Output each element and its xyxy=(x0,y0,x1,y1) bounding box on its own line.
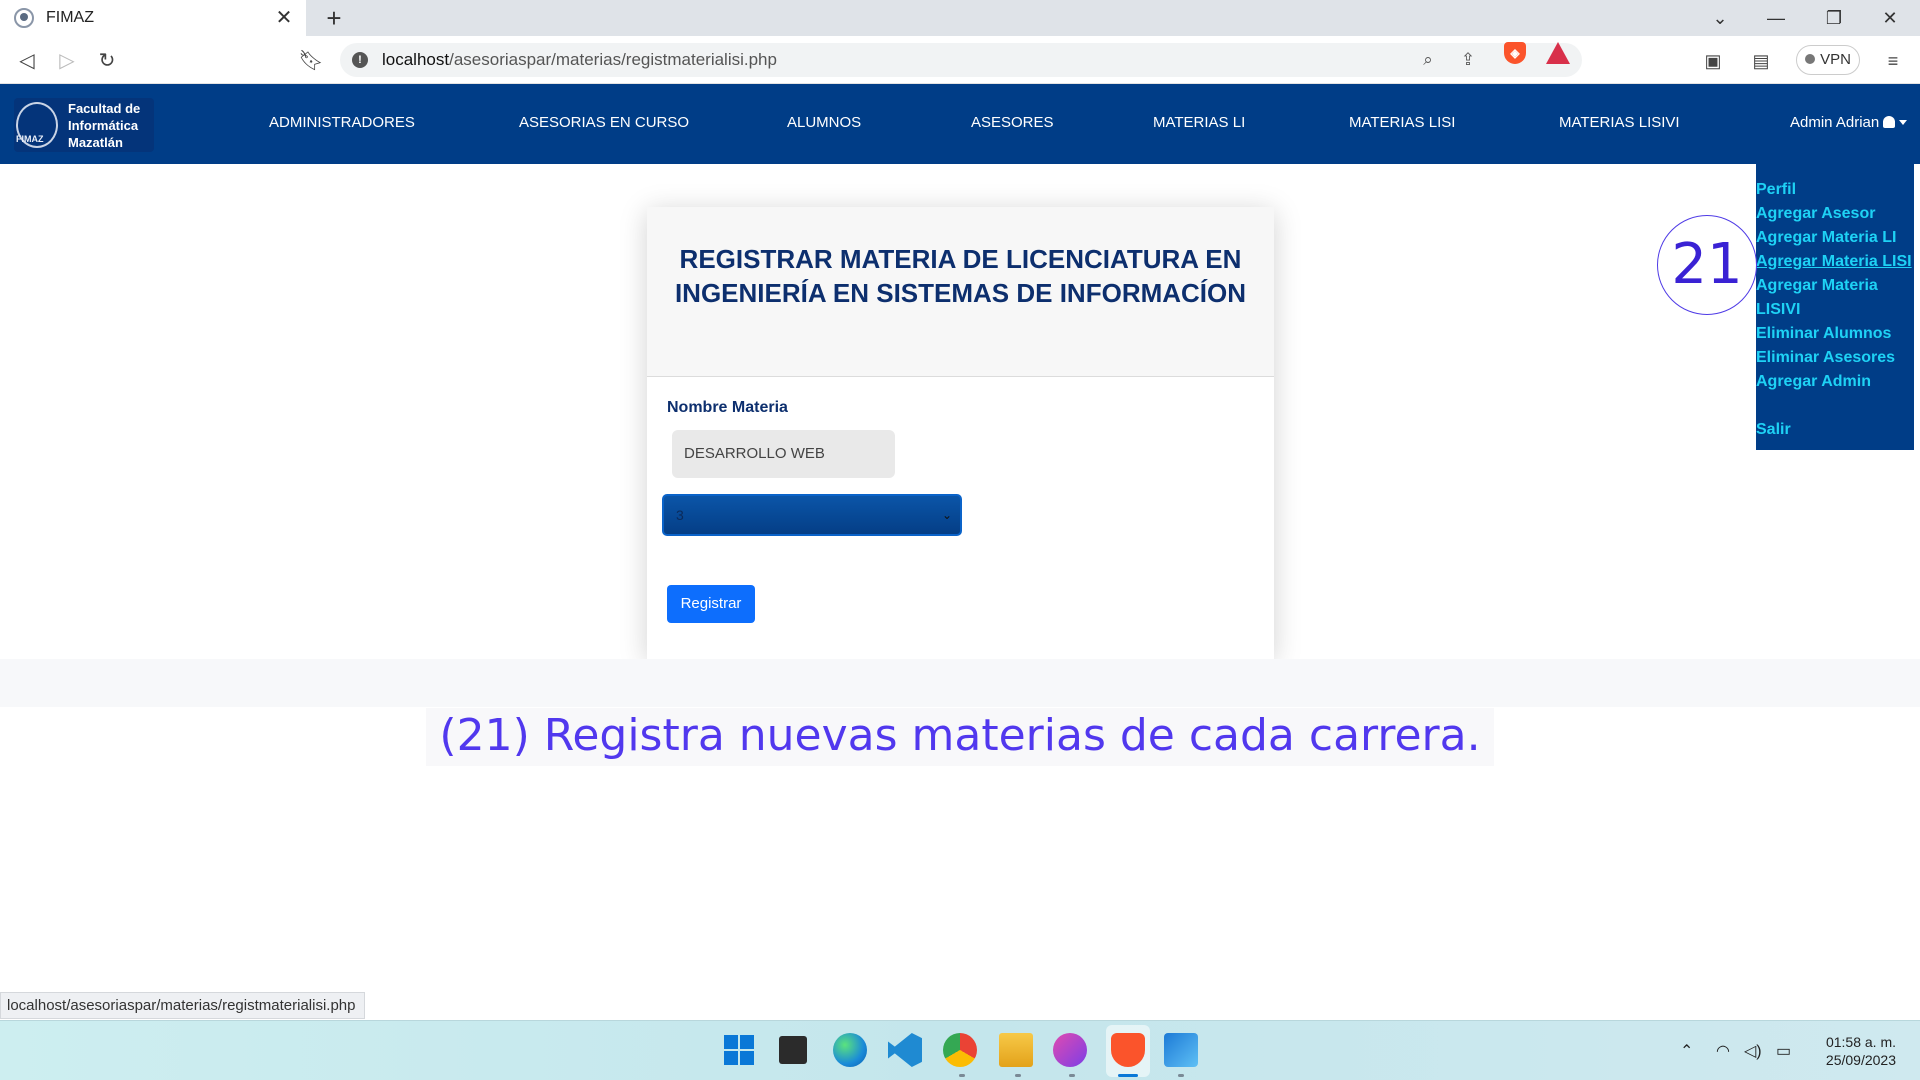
close-tab-icon[interactable]: ✕ xyxy=(272,6,296,30)
site-favicon-icon xyxy=(14,8,34,28)
back-icon[interactable]: ◁ xyxy=(12,46,42,76)
share-icon[interactable]: ⇪ xyxy=(1457,49,1479,71)
form-title: REGISTRAR MATERIA DE LICENCIATURA EN ING… xyxy=(674,244,1247,308)
menu-item-agregar-asesor[interactable]: Agregar Asesor xyxy=(1756,202,1914,226)
vscode-icon[interactable] xyxy=(888,1033,922,1067)
clock-time: 01:58 a. m. xyxy=(1825,1034,1896,1050)
menu-item-agregar-materia-lisivi[interactable]: Agregar Materia LISIVI xyxy=(1756,274,1914,322)
wifi-icon[interactable]: ◠ xyxy=(1716,1041,1730,1061)
site-navbar: Facultad de Informática Mazatlán ADMINIS… xyxy=(0,84,1920,164)
battery-icon[interactable]: ▭ xyxy=(1776,1041,1791,1061)
browser-tab[interactable]: FIMAZ ✕ xyxy=(0,0,306,36)
annotation-caption: (21) Registra nuevas materias de cada ca… xyxy=(426,708,1494,766)
site-info-icon[interactable]: ! xyxy=(352,52,368,68)
url-host: localhost xyxy=(382,50,450,69)
tab-title: FIMAZ xyxy=(46,9,94,26)
menu-item-eliminar-asesores[interactable]: Eliminar Asesores xyxy=(1756,346,1914,370)
logo-line-2: Informática xyxy=(68,118,139,133)
show-hidden-icons-icon[interactable]: ⌃ xyxy=(1680,1041,1693,1061)
nav-materias-lisi[interactable]: MATERIAS LISI xyxy=(1349,114,1455,131)
window-close-button[interactable]: ✕ xyxy=(1870,4,1910,32)
fimaz-logo[interactable]: Facultad de Informática Mazatlán xyxy=(14,98,154,152)
menu-icon[interactable]: ≡ xyxy=(1880,48,1906,74)
forward-icon[interactable]: ▷ xyxy=(52,46,82,76)
url-text[interactable]: localhost/asesoriaspar/materias/registma… xyxy=(382,50,777,70)
nav-asesorias-en-curso[interactable]: ASESORIAS EN CURSO xyxy=(519,114,689,131)
user-icon xyxy=(1883,116,1896,128)
browser-toolbar: ◁ ▷ ↻ 🔖︎ ! localhost/asesoriaspar/materi… xyxy=(0,36,1920,84)
menu-item-eliminar-alumnos[interactable]: Eliminar Alumnos xyxy=(1756,322,1914,346)
bookmark-icon[interactable]: 🔖︎ xyxy=(296,46,326,76)
clock-date: 25/09/2023 xyxy=(1825,1052,1896,1068)
nav-asesores[interactable]: ASESORES xyxy=(971,114,1054,131)
register-subject-card: REGISTRAR MATERIA DE LICENCIATURA EN ING… xyxy=(647,207,1274,659)
minimize-button[interactable]: — xyxy=(1756,4,1796,32)
fimaz-emblem-icon xyxy=(16,102,58,148)
menu-item-salir[interactable]: Salir xyxy=(1756,418,1914,442)
semester-select[interactable]: 3 ⌄ xyxy=(662,494,962,536)
wallet-icon[interactable]: ▤ xyxy=(1748,48,1774,74)
logo-line-1: Facultad de xyxy=(68,101,141,116)
nav-alumnos[interactable]: ALUMNOS xyxy=(787,114,861,131)
user-menu-toggle[interactable]: Admin Adrian xyxy=(1790,114,1908,131)
nav-administradores[interactable]: ADMINISTRADORES xyxy=(269,114,415,131)
start-button-icon[interactable] xyxy=(724,1035,754,1065)
sidebar-toggle-icon[interactable]: ▣ xyxy=(1700,48,1726,74)
chrome-icon[interactable] xyxy=(943,1033,977,1067)
annotation-number-badge: 21 xyxy=(1657,215,1757,315)
restore-button[interactable]: ❐ xyxy=(1814,4,1854,32)
chrome-running-indicator xyxy=(959,1074,965,1077)
menu-item-agregar-materia-li[interactable]: Agregar Materia LI xyxy=(1756,226,1914,250)
volume-icon[interactable]: ◁) xyxy=(1744,1041,1762,1061)
status-bar-url: localhost/asesoriaspar/materias/registma… xyxy=(0,992,365,1019)
wps-running-indicator xyxy=(1069,1074,1075,1077)
windows-taskbar: ⌃ ◠ ◁) ▭ 01:58 a. m. 25/09/2023 xyxy=(0,1020,1920,1080)
new-tab-button[interactable]: + xyxy=(320,4,348,32)
vpn-button[interactable]: VPN xyxy=(1796,45,1860,75)
url-path: /asesoriaspar/materias/registmaterialisi… xyxy=(449,50,777,69)
logo-line-3: Mazatlán xyxy=(68,135,123,150)
menu-divider xyxy=(1756,394,1914,418)
chevron-down-icon: ⌄ xyxy=(941,508,952,522)
subject-name-input[interactable]: DESARROLLO WEB xyxy=(672,430,895,478)
caret-down-icon xyxy=(1899,120,1908,125)
tab-search-chevron-icon[interactable]: ⌄ xyxy=(1700,4,1740,32)
photos-running-indicator xyxy=(1178,1074,1184,1077)
menu-item-agregar-admin[interactable]: Agregar Admin xyxy=(1756,370,1914,394)
zoom-icon[interactable]: ⌕ xyxy=(1417,49,1439,71)
menu-item-perfil[interactable]: Perfil xyxy=(1756,178,1914,202)
system-clock[interactable]: 01:58 a. m. 25/09/2023 xyxy=(1810,1033,1896,1069)
photos-icon[interactable] xyxy=(1164,1033,1198,1067)
register-button[interactable]: Registrar xyxy=(667,585,755,623)
subject-name-label: Nombre Materia xyxy=(667,399,788,416)
brave-browser-icon[interactable] xyxy=(1111,1033,1145,1067)
screen: FIMAZ ✕ + ⌄ — ❐ ✕ ◁ ▷ ↻ 🔖︎ ! localhost/a… xyxy=(0,0,1920,1080)
task-view-icon[interactable] xyxy=(779,1036,807,1064)
brave-shields-icon[interactable]: ◈ xyxy=(1504,42,1526,64)
card-header: REGISTRAR MATERIA DE LICENCIATURA EN ING… xyxy=(647,207,1274,377)
user-dropdown-menu: Perfil Agregar Asesor Agregar Materia LI… xyxy=(1756,148,1914,450)
file-explorer-icon[interactable] xyxy=(999,1033,1033,1067)
edge-icon[interactable] xyxy=(833,1033,867,1067)
logo-text: Facultad de Informática Mazatlán xyxy=(68,100,140,151)
wps-office-icon[interactable] xyxy=(1053,1033,1087,1067)
explorer-running-indicator xyxy=(1015,1074,1021,1077)
brave-running-indicator xyxy=(1118,1074,1138,1077)
page-footer-band xyxy=(0,659,1920,707)
nav-materias-li[interactable]: MATERIAS LI xyxy=(1153,114,1245,131)
address-bar[interactable]: ! localhost/asesoriaspar/materias/regist… xyxy=(340,43,1582,77)
semester-select-value: 3 xyxy=(676,507,684,523)
menu-item-agregar-materia-lisi[interactable]: Agregar Materia LISI xyxy=(1756,250,1914,274)
browser-tab-strip: FIMAZ ✕ + ⌄ — ❐ ✕ xyxy=(0,0,1920,36)
user-name: Admin Adrian xyxy=(1790,114,1880,131)
reload-icon[interactable]: ↻ xyxy=(92,46,122,76)
brave-rewards-icon[interactable] xyxy=(1546,42,1570,64)
nav-materias-lisivi[interactable]: MATERIAS LISIVI xyxy=(1559,114,1680,131)
